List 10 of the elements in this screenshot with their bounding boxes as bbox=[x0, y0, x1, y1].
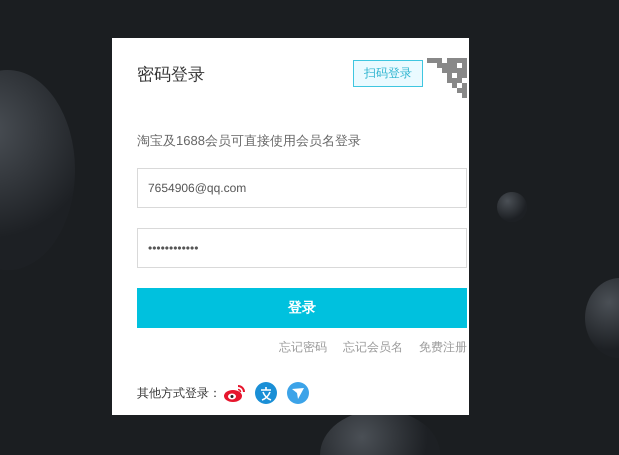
other-login-label: 其他方式登录： bbox=[137, 384, 221, 402]
login-button[interactable]: 登录 bbox=[137, 288, 467, 328]
subtitle: 淘宝及1688会员可直接使用会员名登录 bbox=[137, 132, 362, 150]
username-field[interactable]: 7654906@qq.com bbox=[137, 168, 467, 208]
text-link[interactable]: 忘记密码 bbox=[279, 338, 327, 356]
text-link[interactable]: 忘记会员名 bbox=[343, 338, 403, 356]
text-link[interactable]: 免费注册 bbox=[419, 338, 467, 356]
panel-title: 密码登录 bbox=[137, 64, 205, 86]
qr-login-tip[interactable]: 扫码登录 bbox=[353, 60, 423, 87]
password-field[interactable]: •••••••••••• bbox=[137, 228, 467, 268]
